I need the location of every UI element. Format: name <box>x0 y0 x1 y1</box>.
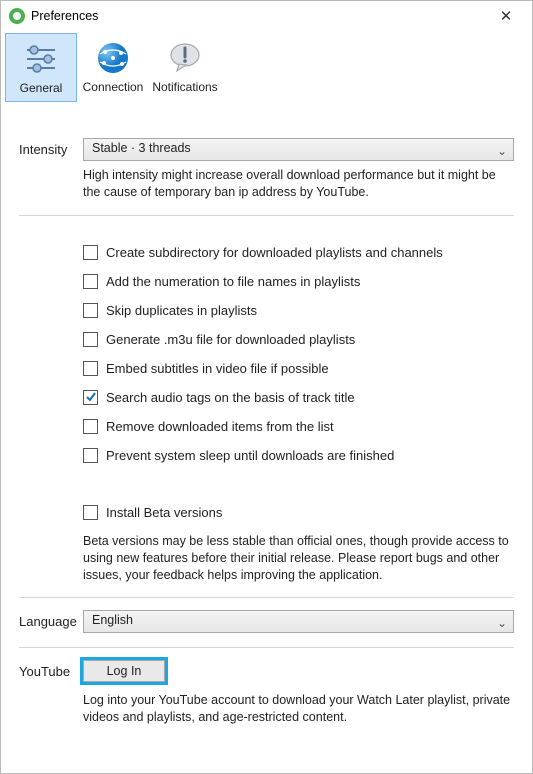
divider <box>19 215 514 216</box>
checkbox-label: Prevent system sleep until downloads are… <box>106 448 394 463</box>
checkbox-install-beta[interactable]: Install Beta versions <box>83 498 514 527</box>
titlebar: Preferences ✕ <box>1 1 532 31</box>
intensity-label: Intensity <box>19 138 83 157</box>
youtube-row: YouTube Log In Log into your YouTube acc… <box>19 660 514 726</box>
checkbox-box <box>83 274 98 289</box>
intensity-row: Intensity Stable · 3 threads ⌄ High inte… <box>19 138 514 201</box>
tab-notifications[interactable]: Notifications <box>149 33 221 102</box>
options-row: Create subdirectory for downloaded playl… <box>19 228 514 584</box>
checkbox-option[interactable]: Search audio tags on the basis of track … <box>83 383 514 412</box>
login-button[interactable]: Log In <box>83 660 165 682</box>
checkbox-box <box>83 361 98 376</box>
close-button[interactable]: ✕ <box>486 7 526 25</box>
checkbox-label: Skip duplicates in playlists <box>106 303 257 318</box>
speech-alert-icon <box>149 38 221 78</box>
beta-hint: Beta versions may be less stable than of… <box>83 533 514 584</box>
chevron-down-icon: ⌄ <box>497 144 507 158</box>
tab-label: Notifications <box>149 80 221 94</box>
youtube-label: YouTube <box>19 660 83 679</box>
window-title: Preferences <box>31 9 486 23</box>
checkbox-box <box>83 505 98 520</box>
checkbox-label: Install Beta versions <box>106 505 222 520</box>
intensity-value: Stable · 3 threads <box>92 141 191 155</box>
divider <box>19 597 514 598</box>
checkbox-label: Remove downloaded items from the list <box>106 419 334 434</box>
youtube-hint: Log into your YouTube account to downloa… <box>83 692 514 726</box>
tabs-toolbar: General Connection Notifications <box>1 31 532 102</box>
checkbox-option[interactable]: Embed subtitles in video file if possibl… <box>83 354 514 383</box>
checkbox-box <box>83 390 98 405</box>
checkbox-box <box>83 303 98 318</box>
checkbox-label: Search audio tags on the basis of track … <box>106 390 355 405</box>
tab-general[interactable]: General <box>5 33 77 102</box>
chevron-down-icon: ⌄ <box>497 616 507 630</box>
globe-icon <box>77 38 149 78</box>
content-area: Intensity Stable · 3 threads ⌄ High inte… <box>1 102 532 726</box>
language-value: English <box>92 613 133 627</box>
intensity-dropdown[interactable]: Stable · 3 threads ⌄ <box>83 138 514 161</box>
checkbox-option[interactable]: Skip duplicates in playlists <box>83 296 514 325</box>
checkbox-label: Generate .m3u file for downloaded playli… <box>106 332 355 347</box>
checkbox-label: Add the numeration to file names in play… <box>106 274 360 289</box>
language-dropdown[interactable]: English ⌄ <box>83 610 514 633</box>
app-icon <box>9 8 25 24</box>
checkbox-label: Create subdirectory for downloaded playl… <box>106 245 443 260</box>
divider <box>19 647 514 648</box>
checkbox-option[interactable]: Create subdirectory for downloaded playl… <box>83 238 514 267</box>
checkbox-box <box>83 332 98 347</box>
checkbox-box <box>83 448 98 463</box>
checkbox-box <box>83 245 98 260</box>
tab-connection[interactable]: Connection <box>77 33 149 102</box>
intensity-hint: High intensity might increase overall do… <box>83 167 514 201</box>
checkbox-option[interactable]: Generate .m3u file for downloaded playli… <box>83 325 514 354</box>
options-list: Create subdirectory for downloaded playl… <box>83 228 514 470</box>
checkbox-option[interactable]: Add the numeration to file names in play… <box>83 267 514 296</box>
tab-label: General <box>6 81 76 95</box>
language-row: Language English ⌄ <box>19 610 514 633</box>
checkbox-box <box>83 419 98 434</box>
checkbox-option[interactable]: Prevent system sleep until downloads are… <box>83 441 514 470</box>
sliders-icon <box>6 39 76 79</box>
checkbox-option[interactable]: Remove downloaded items from the list <box>83 412 514 441</box>
checkbox-label: Embed subtitles in video file if possibl… <box>106 361 329 376</box>
tab-label: Connection <box>77 80 149 94</box>
language-label: Language <box>19 610 83 629</box>
